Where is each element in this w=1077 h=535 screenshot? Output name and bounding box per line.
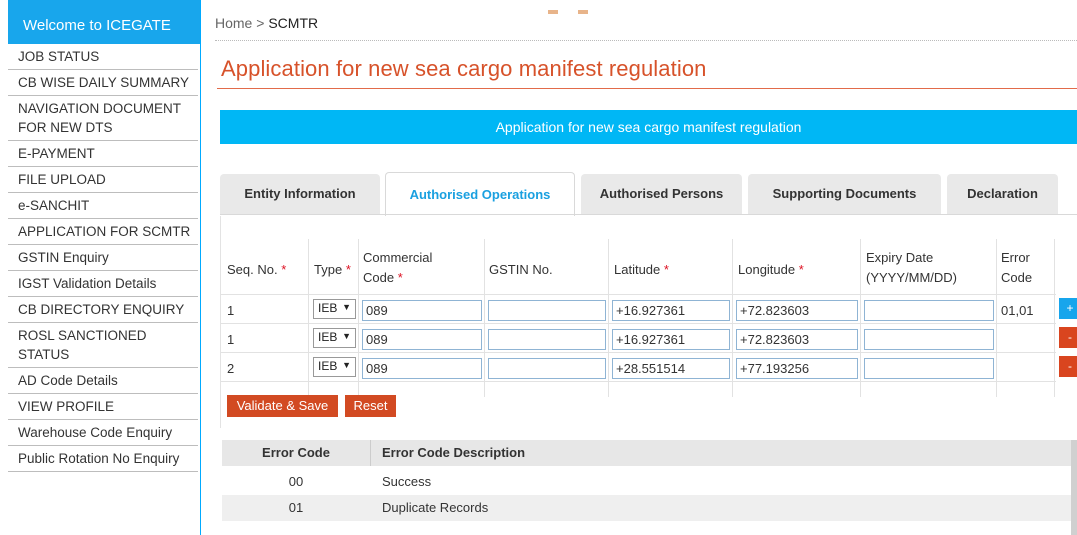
grid-col-divider bbox=[1054, 239, 1055, 397]
title-divider bbox=[217, 88, 1077, 89]
longitude-input[interactable] bbox=[736, 358, 858, 379]
latitude-input[interactable] bbox=[612, 329, 730, 350]
commercial-code-input[interactable] bbox=[362, 358, 482, 379]
sidebar-item-gstin-enquiry[interactable]: GSTIN Enquiry bbox=[8, 245, 198, 271]
grid-row-divider bbox=[221, 323, 1056, 324]
table-row: 00 Success bbox=[222, 469, 1072, 495]
sidebar-item-rosl-sanctioned-status[interactable]: ROSL SANCTIONED STATUS bbox=[8, 323, 198, 368]
section-banner: Application for new sea cargo manifest r… bbox=[220, 110, 1077, 144]
breadcrumb-current: SCMTR bbox=[268, 15, 319, 31]
sidebar-item-e-sanchit[interactable]: e-SANCHIT bbox=[8, 193, 198, 219]
error-code-cell: 01 bbox=[288, 500, 304, 515]
header-error-code: Error Code bbox=[262, 445, 330, 460]
header-expiry-date: Expiry Date (YYYY/MM/DD) bbox=[866, 250, 957, 285]
sidebar-item-cb-wise-daily-summary[interactable]: CB WISE DAILY SUMMARY bbox=[8, 70, 198, 96]
grid-col-divider bbox=[308, 239, 309, 397]
sidebar-item-e-payment[interactable]: E-PAYMENT bbox=[8, 141, 198, 167]
type-select[interactable]: IEB ▼ bbox=[313, 299, 356, 319]
tab-supporting-documents[interactable]: Supporting Documents bbox=[748, 174, 941, 214]
header-error-code: Error Code bbox=[1001, 250, 1033, 285]
row-seq-no: 2 bbox=[227, 361, 235, 376]
dropdown-arrow-icon: ▼ bbox=[342, 302, 351, 312]
sidebar-item-application-for-scmtr[interactable]: APPLICATION FOR SCMTR bbox=[8, 219, 198, 245]
error-description-cell: Duplicate Records bbox=[382, 500, 489, 515]
gstin-input[interactable] bbox=[488, 300, 606, 321]
breadcrumb: Home > SCMTR bbox=[215, 15, 318, 31]
tabs-divider bbox=[220, 214, 1077, 215]
latitude-input[interactable] bbox=[612, 358, 730, 379]
top-decoration bbox=[578, 10, 588, 14]
grid-row-divider bbox=[221, 294, 1056, 295]
type-select[interactable]: IEB ▼ bbox=[313, 357, 356, 377]
longitude-input[interactable] bbox=[736, 329, 858, 350]
header-longitude: Longitude * bbox=[738, 262, 804, 277]
tab-authorised-operations[interactable]: Authorised Operations bbox=[385, 172, 575, 216]
top-decoration bbox=[548, 10, 558, 14]
commercial-code-input[interactable] bbox=[362, 329, 482, 350]
gstin-input[interactable] bbox=[488, 329, 606, 350]
header-type: Type * bbox=[314, 262, 351, 277]
expiry-date-input[interactable] bbox=[864, 300, 994, 321]
grid-col-divider bbox=[608, 239, 609, 397]
tab-bar: Entity Information Authorised Operations… bbox=[220, 172, 1077, 216]
tab-entity-information[interactable]: Entity Information bbox=[220, 174, 380, 214]
remove-row-button[interactable]: - bbox=[1059, 327, 1077, 348]
error-table-header: Error Code Error Code Description bbox=[222, 440, 1072, 466]
header-gstin: GSTIN No. bbox=[489, 262, 553, 277]
dropdown-arrow-icon: ▼ bbox=[342, 331, 351, 341]
table-row: 01 Duplicate Records bbox=[222, 495, 1072, 521]
grid-col-divider bbox=[358, 239, 359, 397]
add-row-button[interactable]: + bbox=[1059, 298, 1077, 319]
sidebar-item-job-status[interactable]: JOB STATUS bbox=[8, 44, 198, 70]
expiry-date-input[interactable] bbox=[864, 329, 994, 350]
sidebar-item-cb-directory-enquiry[interactable]: CB DIRECTORY ENQUIRY bbox=[8, 297, 198, 323]
type-select[interactable]: IEB ▼ bbox=[313, 328, 356, 348]
header-latitude: Latitude * bbox=[614, 262, 669, 277]
sidebar-item-navigation-document[interactable]: NAVIGATION DOCUMENT FOR NEW DTS bbox=[8, 96, 198, 141]
sidebar-item-file-upload[interactable]: FILE UPLOAD bbox=[8, 167, 198, 193]
column-divider bbox=[370, 440, 371, 466]
remove-row-button[interactable]: - bbox=[1059, 356, 1077, 377]
sidebar-item-igst-validation[interactable]: IGST Validation Details bbox=[8, 271, 198, 297]
breadcrumb-separator: > bbox=[252, 15, 269, 31]
row-seq-no: 1 bbox=[227, 332, 235, 347]
validate-save-button[interactable]: Validate & Save bbox=[227, 395, 338, 417]
row-error-code: 01,01 bbox=[1001, 303, 1034, 318]
expiry-date-input[interactable] bbox=[864, 358, 994, 379]
commercial-code-input[interactable] bbox=[362, 300, 482, 321]
row-seq-no: 1 bbox=[227, 303, 235, 318]
sidebar-welcome: Welcome to ICEGATE bbox=[8, 0, 200, 44]
longitude-input[interactable] bbox=[736, 300, 858, 321]
sidebar-menu: JOB STATUS CB WISE DAILY SUMMARY NAVIGAT… bbox=[8, 44, 198, 472]
header-error-description: Error Code Description bbox=[382, 445, 526, 460]
grid-row-divider bbox=[221, 352, 1056, 353]
breadcrumb-divider bbox=[215, 40, 1077, 41]
header-commercial-code: Commercial Code * bbox=[363, 250, 433, 285]
sidebar-item-ad-code-details[interactable]: AD Code Details bbox=[8, 368, 198, 394]
header-seq-no: Seq. No. * bbox=[227, 262, 287, 277]
grid-col-divider bbox=[860, 239, 861, 397]
tab-authorised-persons[interactable]: Authorised Persons bbox=[581, 174, 742, 214]
error-description-cell: Success bbox=[382, 474, 432, 489]
error-table-scrollbar[interactable] bbox=[1071, 440, 1077, 535]
grid-col-divider bbox=[484, 239, 485, 397]
dropdown-arrow-icon: ▼ bbox=[342, 360, 351, 370]
breadcrumb-home[interactable]: Home bbox=[215, 15, 252, 31]
grid-col-divider bbox=[996, 239, 997, 397]
grid-row-divider bbox=[221, 381, 1056, 382]
tab-declaration[interactable]: Declaration bbox=[947, 174, 1058, 214]
sidebar: Welcome to ICEGATE JOB STATUS CB WISE DA… bbox=[0, 0, 201, 535]
error-code-cell: 00 bbox=[288, 474, 304, 489]
sidebar-item-public-rotation-no-enquiry[interactable]: Public Rotation No Enquiry bbox=[8, 446, 198, 472]
latitude-input[interactable] bbox=[612, 300, 730, 321]
grid-col-divider bbox=[732, 239, 733, 397]
sidebar-item-view-profile[interactable]: VIEW PROFILE bbox=[8, 394, 198, 420]
sidebar-item-warehouse-code-enquiry[interactable]: Warehouse Code Enquiry bbox=[8, 420, 198, 446]
page-title: Application for new sea cargo manifest r… bbox=[221, 56, 707, 81]
reset-button[interactable]: Reset bbox=[345, 395, 396, 417]
gstin-input[interactable] bbox=[488, 358, 606, 379]
